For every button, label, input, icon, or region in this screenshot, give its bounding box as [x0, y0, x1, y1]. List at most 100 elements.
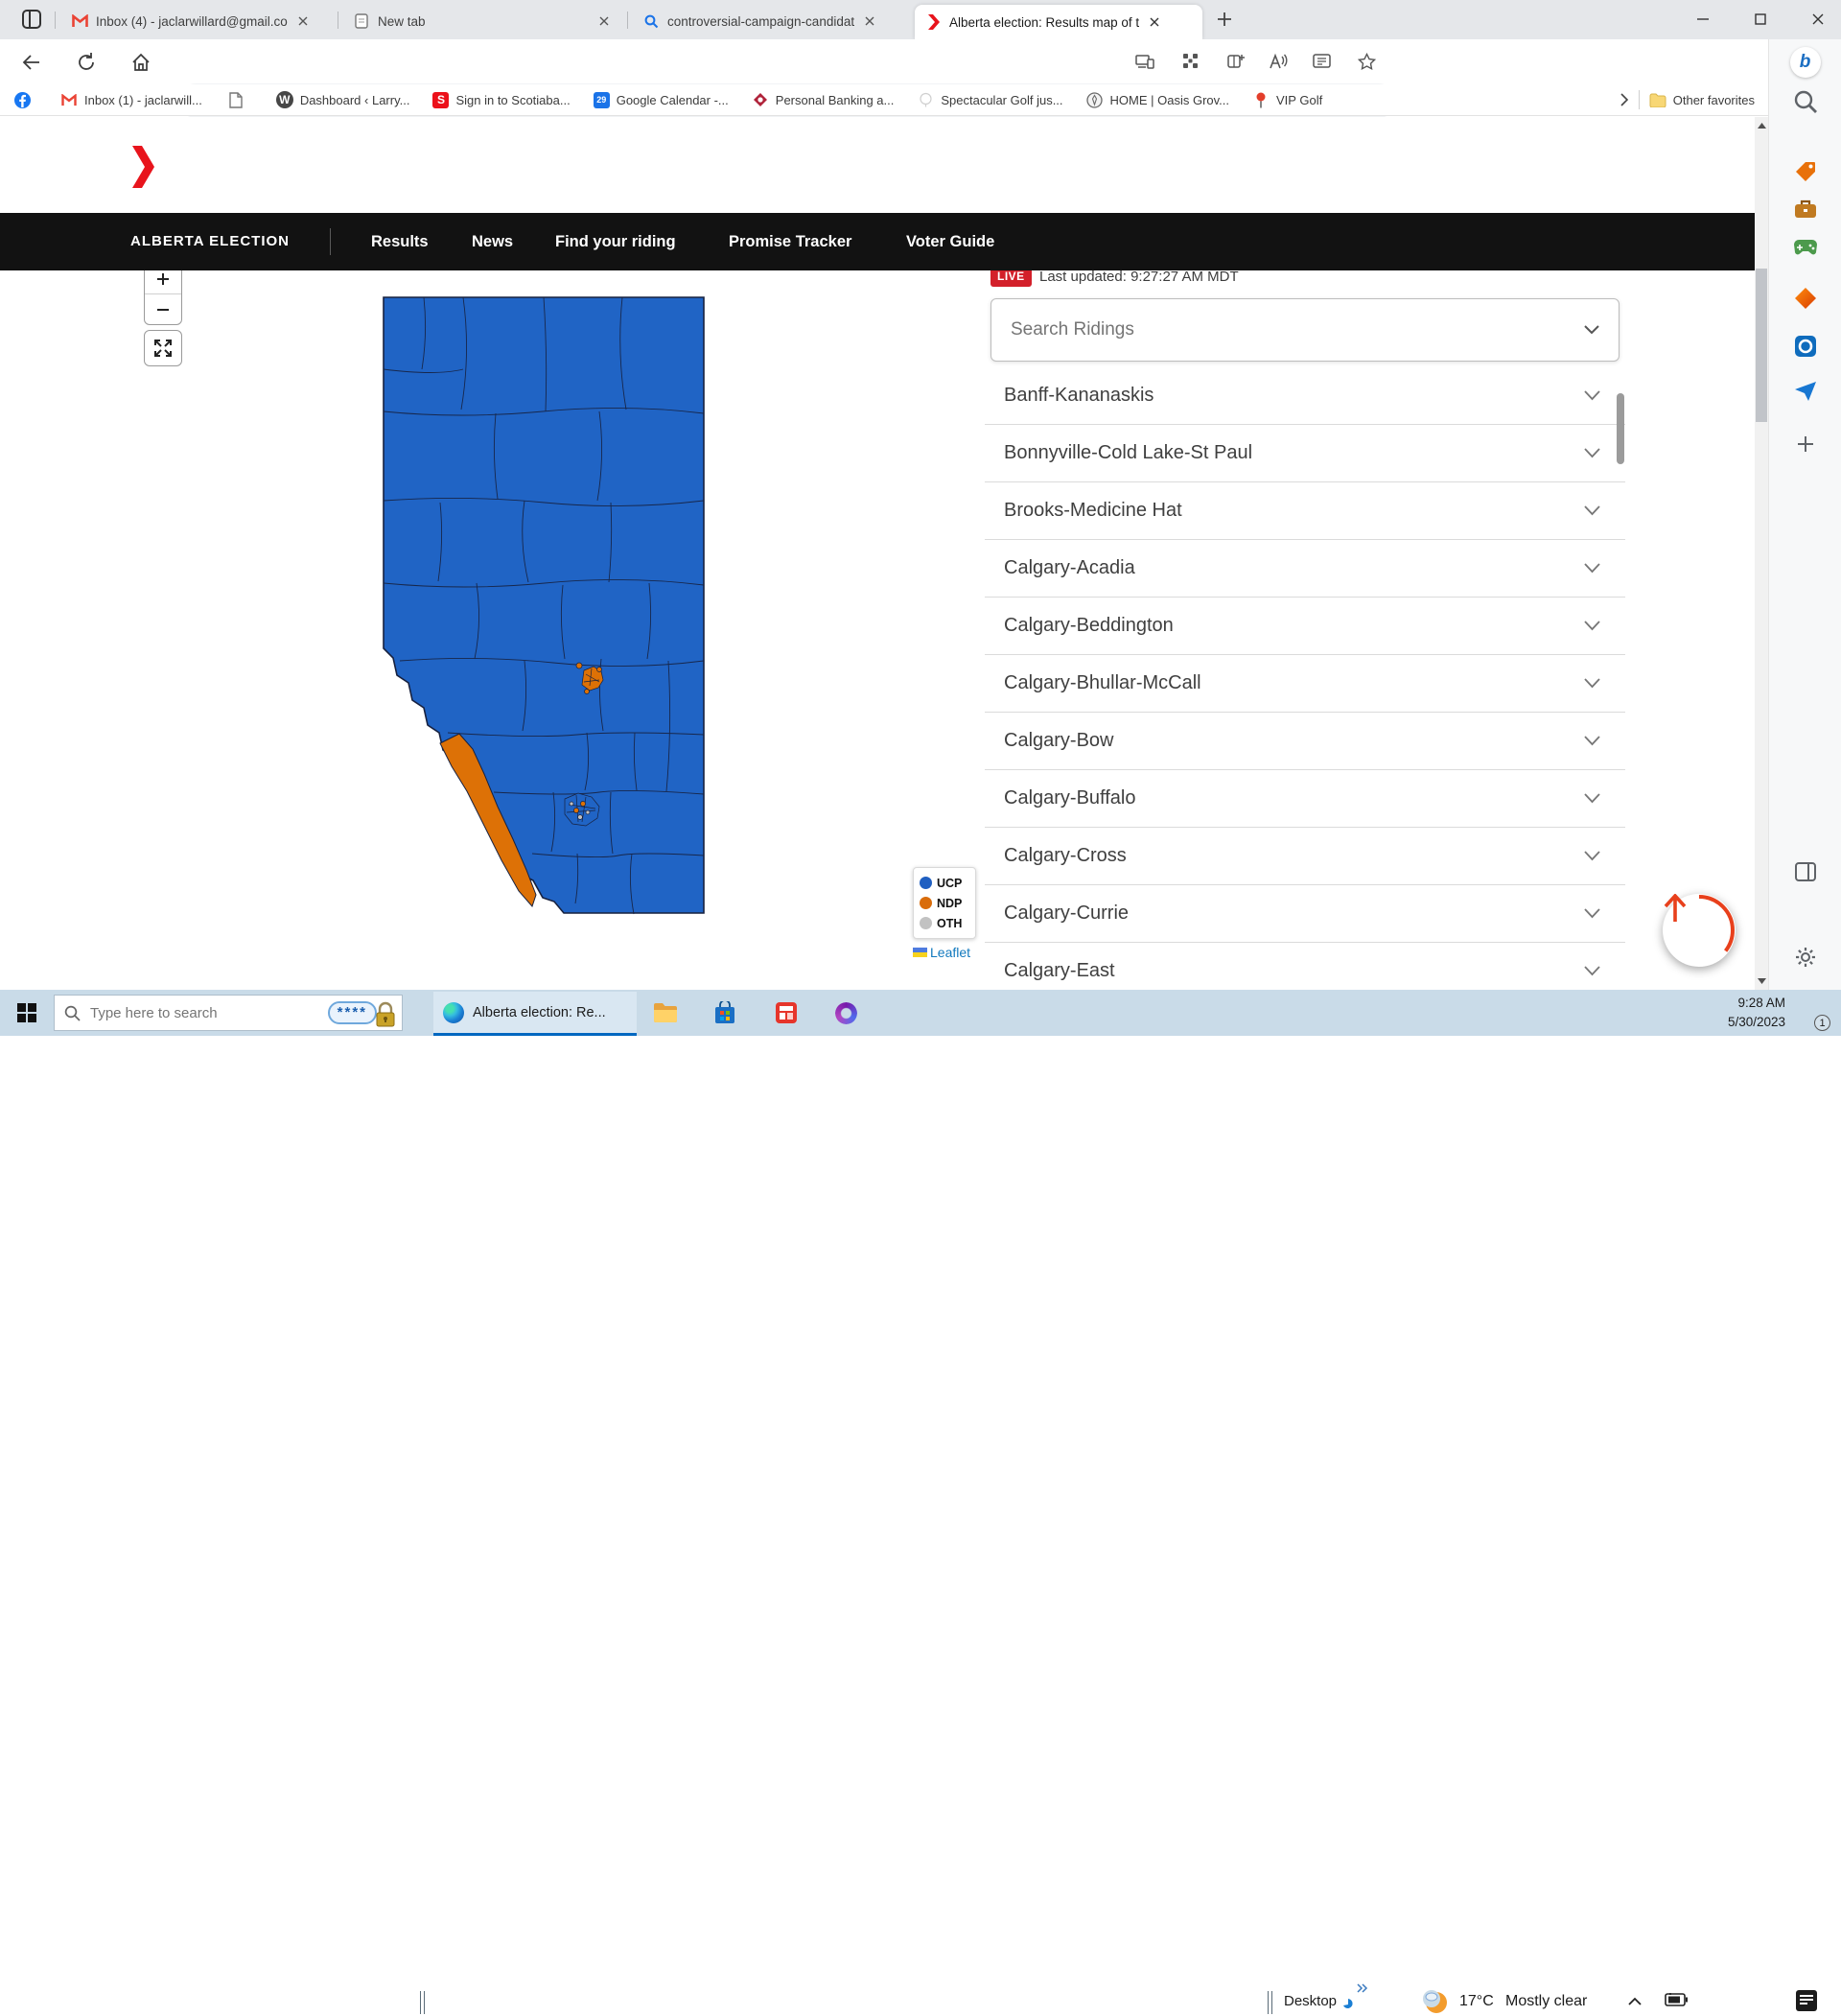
riding-search-box[interactable]: [990, 298, 1620, 362]
window-maximize-button[interactable]: [1737, 0, 1783, 38]
bookmark-vip-golf[interactable]: VIP Golf: [1252, 91, 1322, 108]
drop-icon[interactable]: [1794, 381, 1817, 402]
riding-row[interactable]: Calgary-Currie: [985, 885, 1625, 943]
dropdown-caret-icon[interactable]: [1584, 325, 1599, 335]
favorite-star-icon[interactable]: [1358, 53, 1376, 70]
sidebar-search-icon[interactable]: [1793, 89, 1818, 114]
taskbar-search-input[interactable]: [90, 1005, 282, 1021]
tab-close-icon[interactable]: [862, 13, 877, 29]
battery-icon[interactable]: [1665, 1993, 1688, 2006]
news-app-icon[interactable]: [773, 999, 800, 1026]
nav-item-voter-guide[interactable]: Voter Guide: [906, 233, 994, 251]
desktop-peek-label[interactable]: Desktop: [1284, 1993, 1337, 2009]
tab-close-icon[interactable]: [295, 13, 311, 29]
refresh-icon[interactable]: [72, 49, 101, 76]
riding-row[interactable]: Calgary-Bhullar-McCall: [985, 655, 1625, 713]
map-fullscreen-button[interactable]: [144, 330, 182, 366]
scroll-to-top-button[interactable]: [1663, 894, 1736, 967]
sidebar-panel-icon[interactable]: [1795, 862, 1816, 881]
bookmark-gmail-inbox[interactable]: Inbox (1) - jaclarwill...: [60, 91, 202, 108]
globalnews-logo[interactable]: [130, 144, 156, 190]
riding-row[interactable]: Bonnyville-Cold Lake-St Paul: [985, 425, 1625, 482]
split-screen-icon[interactable]: [1227, 53, 1246, 70]
outlook-icon[interactable]: [1794, 335, 1817, 358]
riding-list-scrollbar[interactable]: [1617, 393, 1624, 464]
games-controller-icon[interactable]: [1793, 239, 1818, 256]
zoom-in-button[interactable]: [145, 270, 181, 294]
bookmarks-overflow-chevron[interactable]: [1620, 93, 1629, 106]
riding-row[interactable]: Brooks-Medicine Hat: [985, 482, 1625, 540]
bookmark-personal-banking[interactable]: Personal Banking a...: [752, 91, 895, 108]
bookmark-blank-page[interactable]: [227, 91, 251, 108]
home-icon[interactable]: [127, 49, 155, 76]
tab-separator: [627, 12, 628, 29]
immersive-reader-icon[interactable]: [1313, 53, 1331, 70]
page-scrollbar[interactable]: [1755, 117, 1768, 990]
bookmark-google-calendar[interactable]: 29 Google Calendar -...: [594, 92, 729, 108]
bookmark-wordpress[interactable]: W Dashboard ‹ Larry...: [276, 91, 410, 108]
scrollbar-thumb[interactable]: [1756, 269, 1767, 422]
sidebar-settings-gear-icon[interactable]: [1795, 947, 1816, 968]
nav-item-promise-tracker[interactable]: Promise Tracker: [729, 233, 851, 251]
taskbar-clock[interactable]: 9:28 AM 5/30/2023: [1705, 994, 1785, 1032]
leaflet-attribution[interactable]: Leaflet: [913, 945, 970, 960]
bookmark-scotiabank[interactable]: S Sign in to Scotiaba...: [432, 92, 570, 108]
riding-search-input[interactable]: [1011, 319, 1567, 340]
tab-gmail[interactable]: Inbox (4) - jaclarwillard@gmail.co: [61, 5, 334, 37]
tab-close-icon[interactable]: [1147, 14, 1162, 30]
taskbar-search-box[interactable]: ****: [54, 995, 403, 1031]
riding-row[interactable]: Calgary-Cross: [985, 828, 1625, 885]
m365-icon[interactable]: [1794, 287, 1817, 310]
zoom-out-button[interactable]: [145, 294, 181, 324]
add-sidebar-item-icon[interactable]: [1796, 434, 1815, 454]
read-aloud-icon[interactable]: [1269, 53, 1289, 70]
leaflet-link[interactable]: Leaflet: [930, 945, 970, 960]
riding-row[interactable]: Calgary-East: [985, 943, 1625, 990]
riding-row[interactable]: Banff-Kananaskis: [985, 367, 1625, 425]
active-task-edge[interactable]: Alberta election: Re...: [433, 992, 637, 1036]
scrollbar-down-arrow[interactable]: [1755, 974, 1768, 988]
tab-actions-icon[interactable]: [21, 9, 42, 30]
start-button[interactable]: [13, 999, 40, 1026]
loop-app-icon[interactable]: [832, 999, 859, 1026]
file-explorer-icon[interactable]: [652, 999, 679, 1026]
weather-temp[interactable]: 17°C: [1459, 1993, 1494, 2010]
alberta-results-map[interactable]: [381, 294, 707, 916]
riding-row[interactable]: Calgary-Acadia: [985, 540, 1625, 598]
nav-item-find-your-riding[interactable]: Find your riding: [555, 233, 676, 251]
bookmark-home-oasis[interactable]: HOME | Oasis Grov...: [1086, 91, 1229, 108]
tab-close-icon[interactable]: [596, 13, 612, 29]
back-icon[interactable]: [17, 49, 46, 76]
riding-row[interactable]: Calgary-Beddington: [985, 598, 1625, 655]
password-widget[interactable]: ****: [328, 1001, 377, 1024]
weather-desc[interactable]: Mostly clear: [1505, 1993, 1587, 2010]
nav-item-news[interactable]: News: [472, 233, 513, 251]
tab-alberta-election[interactable]: Alberta election: Results map of t: [915, 5, 1202, 39]
new-tab-button[interactable]: [1216, 11, 1233, 28]
briefcase-icon[interactable]: [1794, 199, 1817, 220]
hidden-icons-chevron[interactable]: [1628, 1997, 1642, 2005]
nav-brand: ALBERTA ELECTION: [130, 233, 290, 249]
shopping-tag-icon[interactable]: [1794, 160, 1817, 183]
device-sync-icon[interactable]: [1135, 53, 1154, 70]
scrollbar-up-arrow[interactable]: [1755, 119, 1768, 132]
tab-search-result[interactable]: controversial-campaign-candidat: [633, 5, 909, 37]
bookmark-spectacular-golf[interactable]: Spectacular Golf jus...: [917, 91, 1062, 108]
riding-row[interactable]: Calgary-Bow: [985, 713, 1625, 770]
weather-icon[interactable]: [1421, 1987, 1450, 2016]
tab-newtab[interactable]: New tab: [343, 5, 621, 37]
bing-discover-icon[interactable]: b: [1790, 47, 1821, 78]
bookmark-facebook[interactable]: [13, 91, 37, 108]
microsoft-store-icon[interactable]: [711, 999, 738, 1026]
window-close-button[interactable]: [1795, 0, 1841, 38]
riding-row[interactable]: Calgary-Buffalo: [985, 770, 1625, 828]
expand-chevron-icon[interactable]: [1357, 1983, 1368, 1993]
window-minimize-button[interactable]: [1680, 0, 1726, 38]
apps-grid-icon[interactable]: [1182, 53, 1200, 70]
chevron-down-icon: [1584, 793, 1600, 804]
election-nav: ALBERTA ELECTION Results News Find your …: [0, 213, 1755, 270]
riding-name: Calgary-East: [1004, 960, 1115, 982]
nav-item-results[interactable]: Results: [371, 233, 429, 251]
other-favorites-folder[interactable]: Other favorites: [1649, 91, 1755, 108]
notification-center-icon[interactable]: [1795, 1989, 1818, 2012]
